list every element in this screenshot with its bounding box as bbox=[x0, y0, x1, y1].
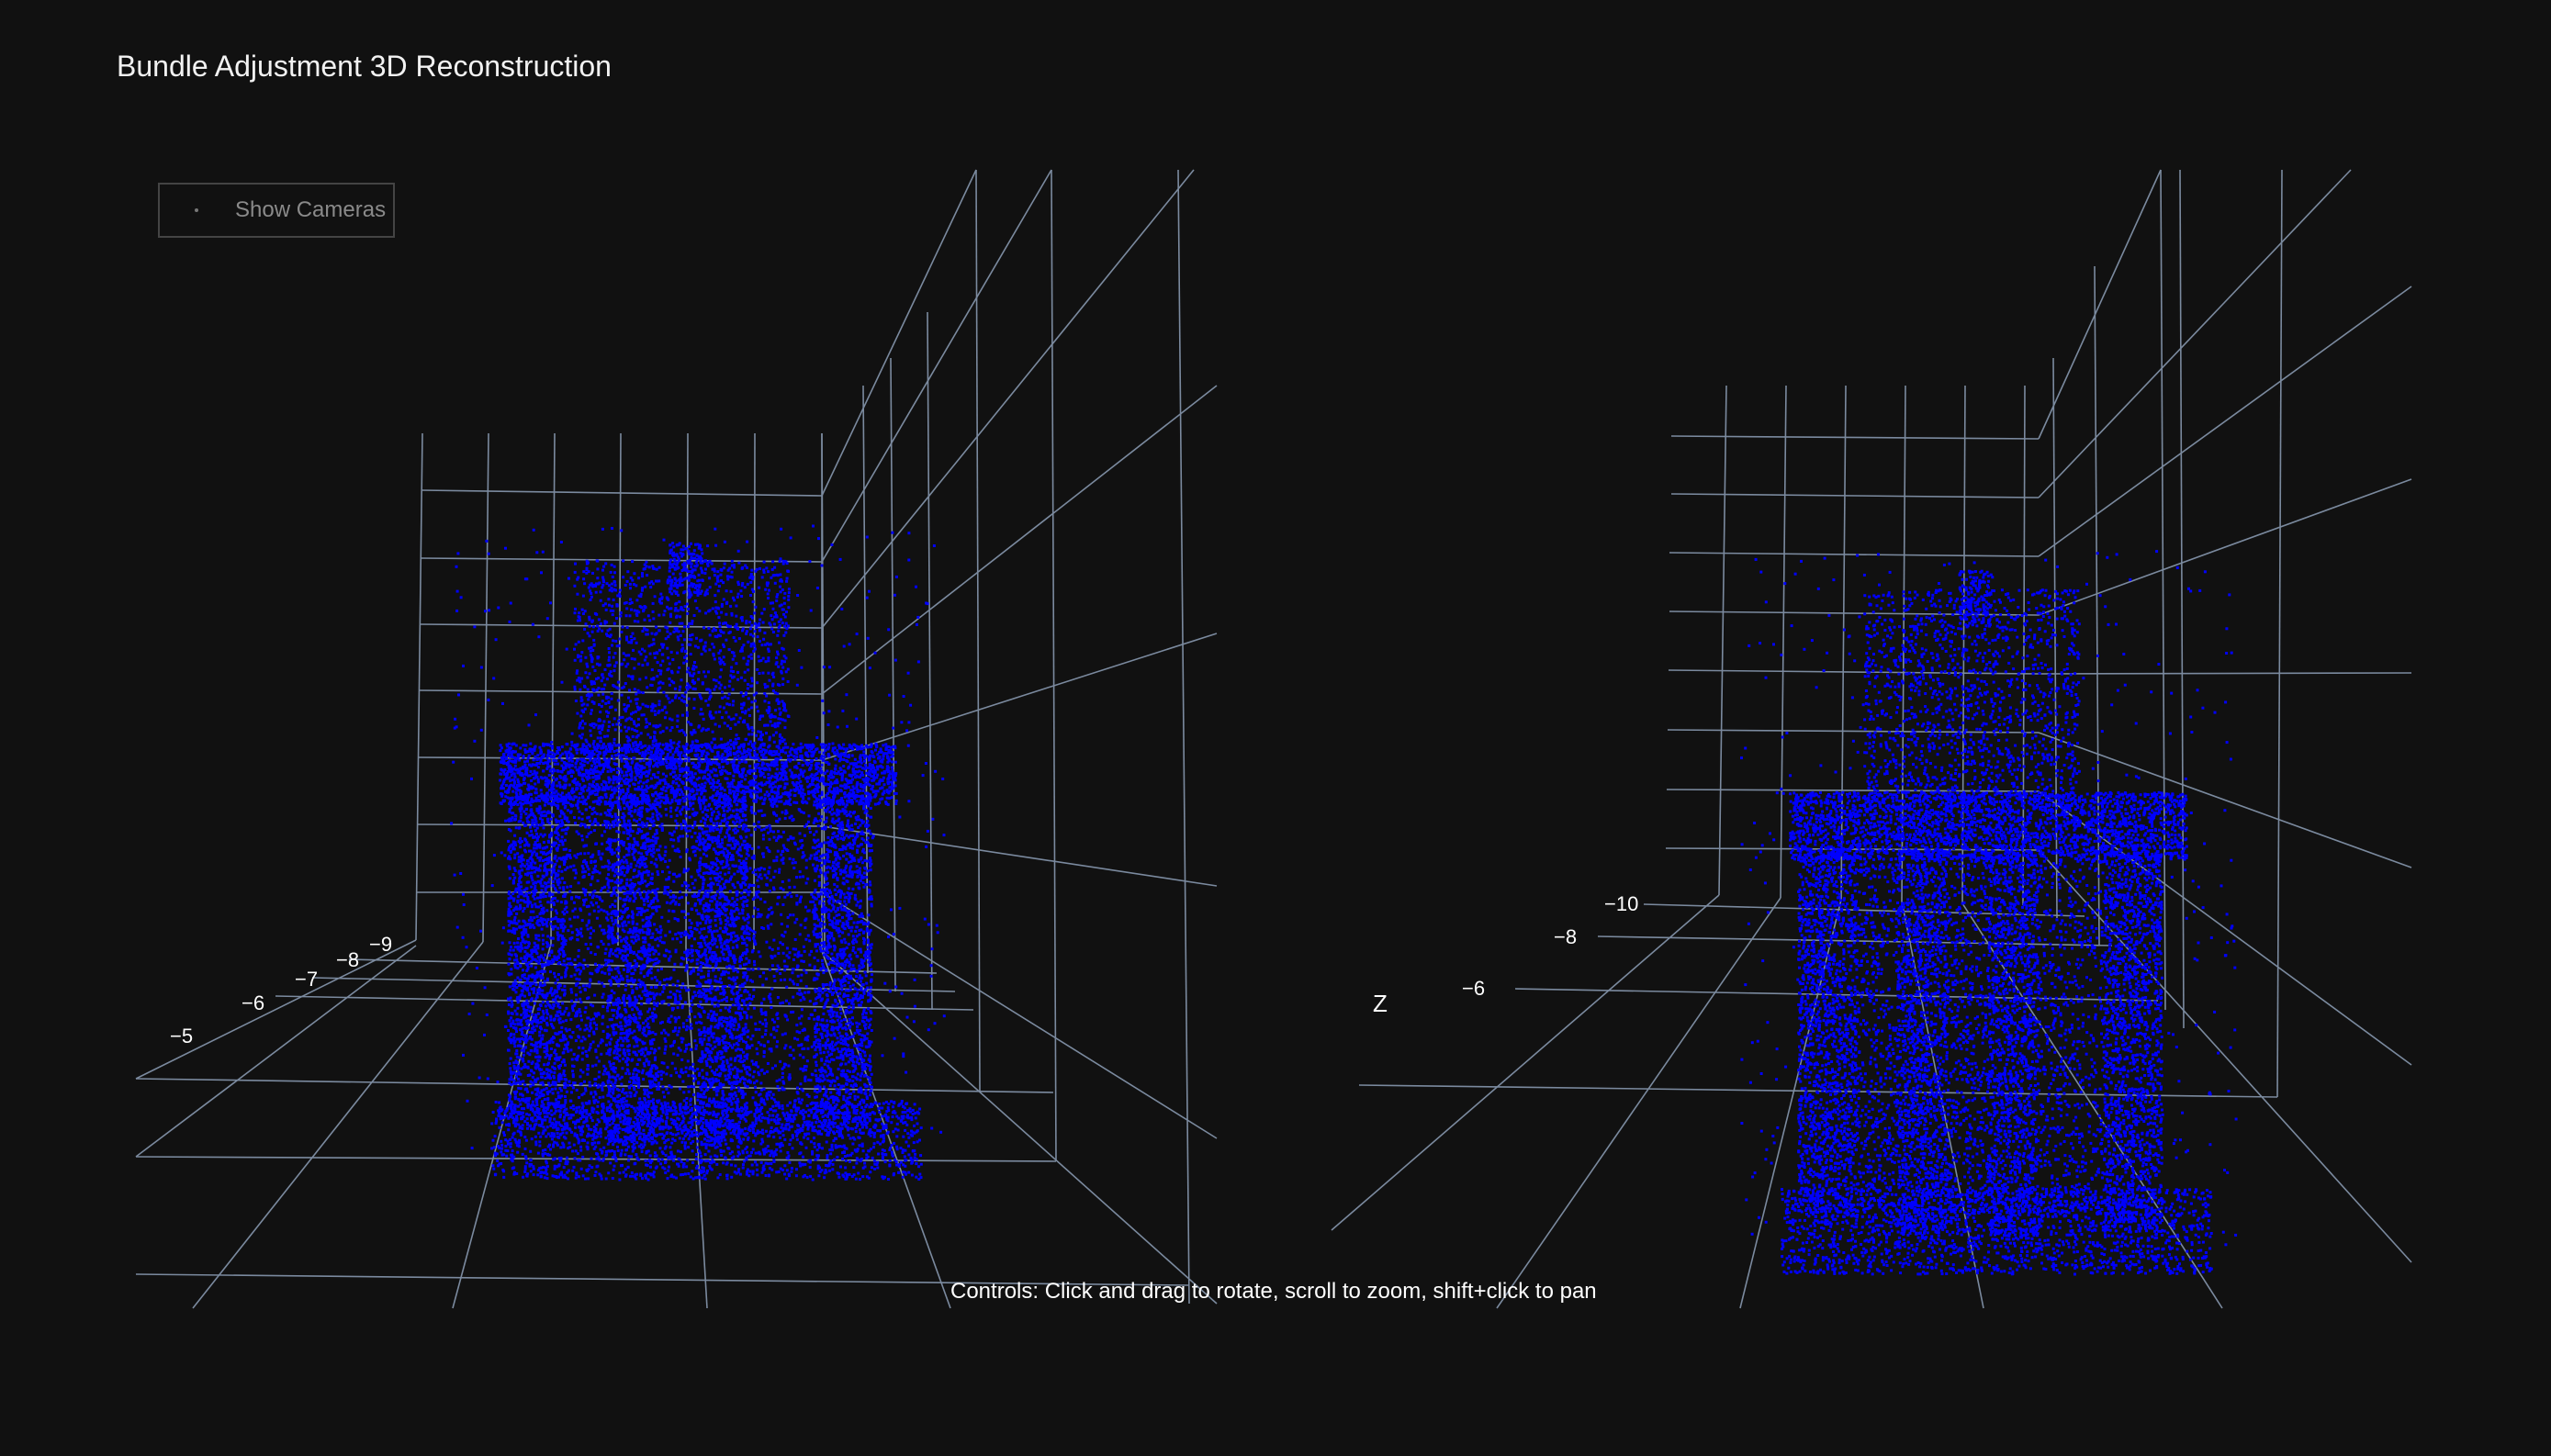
right-tick-label: −10 bbox=[1604, 892, 1638, 915]
camera-legend-marker-icon bbox=[195, 208, 198, 212]
controls-hint: Controls: Click and drag to rotate, scro… bbox=[950, 1279, 1597, 1305]
show-cameras-label: Show Cameras bbox=[235, 197, 386, 223]
left-point-cloud bbox=[450, 525, 946, 1182]
left-view-grid bbox=[136, 170, 1217, 1308]
right-tick-label: −6 bbox=[1462, 977, 1485, 1000]
right-tick-label: −8 bbox=[1554, 925, 1577, 948]
right-view-grid bbox=[1332, 170, 2411, 1308]
left-tick-label: −8 bbox=[336, 948, 359, 971]
left-tick-label: −5 bbox=[170, 1025, 193, 1047]
z-axis-title: Z bbox=[1373, 990, 1388, 1017]
left-tick-label: −6 bbox=[242, 991, 264, 1014]
left-tick-label: −9 bbox=[369, 933, 392, 956]
left-tick-label: −7 bbox=[295, 968, 318, 991]
show-cameras-toggle[interactable]: Show Cameras bbox=[158, 183, 395, 238]
